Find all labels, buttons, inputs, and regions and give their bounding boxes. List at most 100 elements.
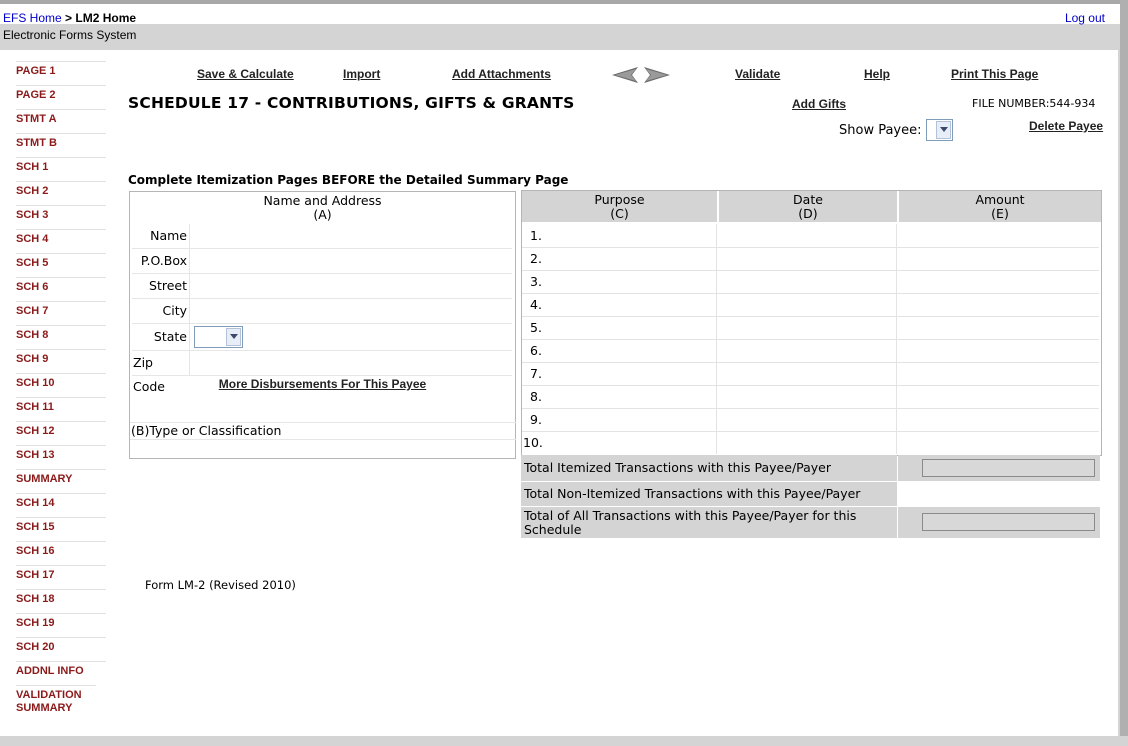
table-row: 5.: [522, 316, 1099, 340]
breadcrumb-separator: >: [61, 11, 76, 25]
add-attachments-button[interactable]: Add Attachments: [452, 67, 551, 81]
total-non-itemized-field[interactable]: [898, 482, 1100, 506]
table-row: 10.: [522, 431, 1099, 454]
show-payee-label: Show Payee:: [839, 123, 922, 138]
table-row: 3.: [522, 270, 1099, 294]
sidebar-item-sch-11[interactable]: SCH 11: [16, 397, 106, 414]
city-label: City: [132, 299, 190, 323]
street-row: Street: [132, 274, 512, 299]
name-address-header: Name and Address (A): [130, 192, 515, 222]
save-calculate-button[interactable]: Save & Calculate: [197, 67, 294, 81]
sidebar-item-sch-5[interactable]: SCH 5: [16, 253, 106, 270]
name-field[interactable]: [192, 224, 512, 248]
amount-cell[interactable]: [896, 431, 1100, 454]
table-row: 9.: [522, 408, 1099, 432]
amount-cell[interactable]: [896, 247, 1100, 270]
name-label: Name: [132, 224, 190, 248]
total-itemized-field: [922, 459, 1095, 477]
sidebar-item-sch-18[interactable]: SCH 18: [16, 589, 106, 606]
date-cell[interactable]: [716, 247, 897, 270]
state-select[interactable]: [194, 326, 243, 348]
sidebar-item-sch-2[interactable]: SCH 2: [16, 181, 106, 198]
sidebar-item-validation-summary[interactable]: VALIDATION SUMMARY: [16, 685, 96, 715]
sidebar-item-sch-13[interactable]: SCH 13: [16, 445, 106, 462]
sidebar-item-sch-19[interactable]: SCH 19: [16, 613, 106, 630]
date-cell[interactable]: [716, 385, 897, 408]
sidebar-item-sch-4[interactable]: SCH 4: [16, 229, 106, 246]
sidebar-item-sch-12[interactable]: SCH 12: [16, 421, 106, 438]
date-cell[interactable]: [716, 293, 897, 316]
amount-cell[interactable]: [896, 270, 1100, 293]
pobox-field[interactable]: [192, 249, 512, 273]
print-page-button[interactable]: Print This Page: [951, 67, 1038, 81]
street-field[interactable]: [192, 274, 512, 298]
sidebar-item-sch-15[interactable]: SCH 15: [16, 517, 106, 534]
page-navigation: [610, 66, 672, 84]
sidebar-item-sch-17[interactable]: SCH 17: [16, 565, 106, 582]
amount-cell[interactable]: [896, 316, 1100, 339]
next-arrow-icon[interactable]: [644, 67, 670, 83]
sidebar-item-stmt-a[interactable]: STMT A: [16, 109, 106, 126]
table-row: 7.: [522, 362, 1099, 386]
date-cell[interactable]: [716, 316, 897, 339]
sidebar-item-sch-1[interactable]: SCH 1: [16, 157, 106, 174]
amount-cell[interactable]: [896, 408, 1100, 431]
type-classification-field[interactable]: [130, 439, 515, 457]
name-address-sub: (A): [313, 207, 332, 222]
date-cell[interactable]: [716, 362, 897, 385]
date-cell[interactable]: [716, 431, 897, 454]
sidebar-item-page-2[interactable]: PAGE 2: [16, 85, 106, 102]
sidebar-item-sch-9[interactable]: SCH 9: [16, 349, 106, 366]
sidebar-item-sch-7[interactable]: SCH 7: [16, 301, 106, 318]
amount-cell[interactable]: [896, 224, 1100, 247]
row-number: 6.: [530, 343, 542, 358]
row-number: 7.: [530, 366, 542, 381]
sidebar-item-sch-8[interactable]: SCH 8: [16, 325, 106, 342]
sidebar: PAGE 1 PAGE 2 STMT A STMT B SCH 1 SCH 2 …: [0, 50, 120, 736]
amount-cell[interactable]: [896, 362, 1100, 385]
amount-header-sub: (E): [991, 206, 1009, 221]
previous-arrow-icon[interactable]: [612, 67, 638, 83]
main-content: Save & Calculate Import Add Attachments …: [120, 50, 1118, 736]
table-row: 2.: [522, 247, 1099, 271]
validate-button[interactable]: Validate: [735, 67, 780, 81]
sidebar-item-sch-14[interactable]: SCH 14: [16, 493, 106, 510]
help-button[interactable]: Help: [864, 67, 890, 81]
date-cell[interactable]: [716, 224, 897, 247]
state-label: State: [132, 324, 190, 350]
import-button[interactable]: Import: [343, 67, 380, 81]
sidebar-item-stmt-b[interactable]: STMT B: [16, 133, 106, 150]
row-number: 8.: [530, 389, 542, 404]
show-payee-select[interactable]: [926, 119, 953, 141]
instruction-text: Complete Itemization Pages BEFORE the De…: [128, 173, 569, 187]
total-all-row: Total of All Transactions with this Paye…: [521, 507, 1100, 538]
sidebar-item-sch-3[interactable]: SCH 3: [16, 205, 106, 222]
amount-header: Amount (E): [899, 191, 1101, 222]
delete-payee-button[interactable]: Delete Payee: [1029, 119, 1103, 133]
sidebar-item-sch-6[interactable]: SCH 6: [16, 277, 106, 294]
date-cell[interactable]: [716, 408, 897, 431]
amount-cell[interactable]: [896, 293, 1100, 316]
total-all-label: Total of All Transactions with this Paye…: [521, 507, 897, 538]
zip-field[interactable]: [192, 351, 512, 375]
zip-row: Zip Code: [132, 351, 512, 394]
sidebar-item-sch-20[interactable]: SCH 20: [16, 637, 106, 654]
sidebar-item-page-1[interactable]: PAGE 1: [16, 61, 106, 78]
sidebar-item-sch-16[interactable]: SCH 16: [16, 541, 106, 558]
itemization-grid: Purpose (C) Date (D) Amount (E) 1. 2. 3.…: [521, 190, 1102, 456]
breadcrumb-efs-home[interactable]: EFS Home: [3, 11, 62, 25]
system-title: Electronic Forms System: [3, 28, 137, 42]
sidebar-item-addnl-info[interactable]: ADDNL INFO: [16, 661, 106, 678]
amount-cell[interactable]: [896, 385, 1100, 408]
date-cell[interactable]: [716, 270, 897, 293]
file-number: FILE NUMBER:544-934: [972, 97, 1096, 110]
more-disbursements-link[interactable]: More Disbursements For This Payee: [130, 377, 515, 391]
city-field[interactable]: [192, 299, 512, 323]
logout-link[interactable]: Log out: [1065, 11, 1105, 25]
add-gifts-link[interactable]: Add Gifts: [792, 97, 846, 111]
city-row: City: [132, 299, 512, 324]
sidebar-item-sch-10[interactable]: SCH 10: [16, 373, 106, 390]
amount-cell[interactable]: [896, 339, 1100, 362]
date-cell[interactable]: [716, 339, 897, 362]
sidebar-item-summary[interactable]: SUMMARY: [16, 469, 106, 486]
